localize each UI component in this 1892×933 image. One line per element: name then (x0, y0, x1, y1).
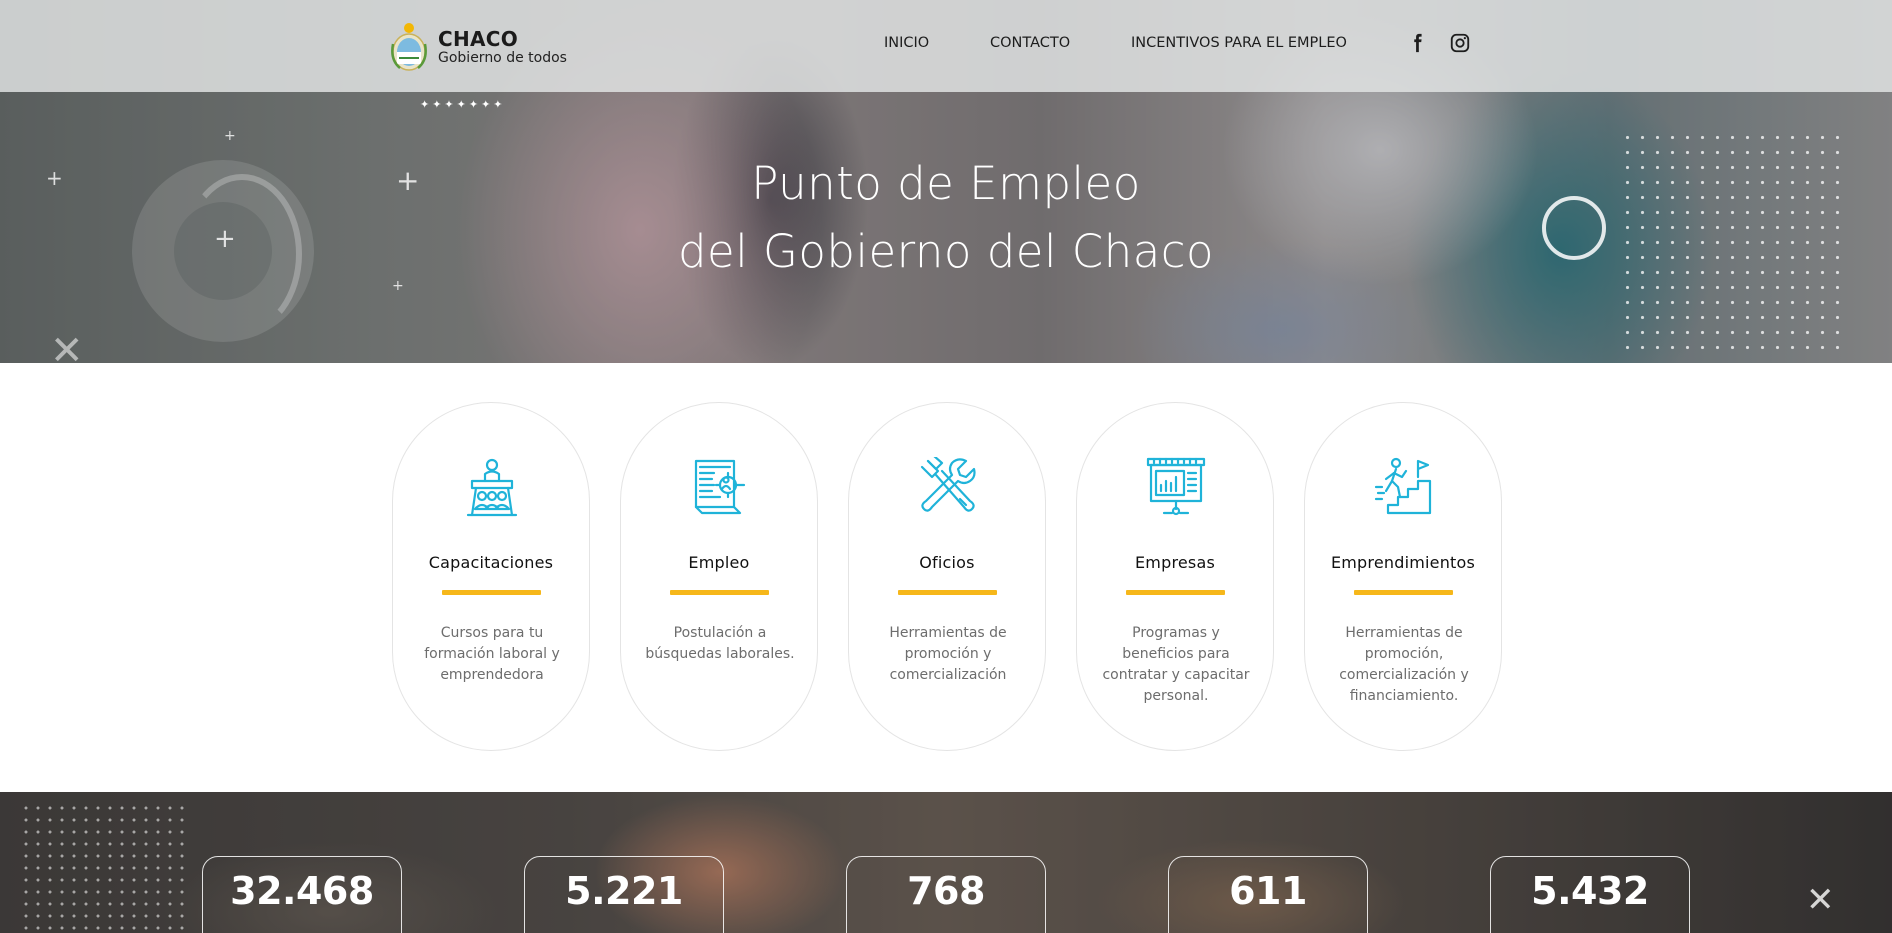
card-oficios[interactable]: Oficios Herramientas de promoción y come… (848, 402, 1046, 751)
accent-bar (670, 590, 769, 595)
x-decoration: ✕ (50, 328, 84, 363)
card-description: Herramientas de promoción y comercializa… (889, 625, 1007, 683)
stat-number: 611 (1229, 869, 1307, 913)
training-icon (466, 458, 518, 517)
climbing-stairs-icon (1374, 457, 1432, 515)
chaco-logo[interactable]: CHACO Gobierno de todos (390, 20, 570, 72)
hero-title-line-2: del Gobierno del Chaco (677, 225, 1215, 278)
stat-box: 5.432 (1490, 856, 1690, 933)
card-title: Emprendimientos (1330, 553, 1476, 572)
card-capacitaciones[interactable]: Capacitaciones Cursos para tu formación … (392, 402, 590, 751)
card-description: Cursos para tu formación laboral y empre… (424, 625, 560, 683)
stat-number: 5.221 (565, 869, 683, 913)
stat-box: 5.221 (524, 856, 724, 933)
accent-bar (898, 590, 997, 595)
services-cards: Capacitaciones Cursos para tu formación … (392, 402, 1502, 752)
card-description: Postulación a búsquedas laborales. (645, 625, 795, 662)
card-title: Oficios (919, 553, 975, 572)
province-shield-icon (391, 23, 427, 71)
card-title: Empresas (1135, 553, 1215, 572)
job-application-icon (694, 459, 746, 515)
stat-box: 32.468 (202, 856, 402, 933)
logo-title: CHACO (438, 27, 519, 51)
accent-bar (1354, 590, 1453, 595)
nav-incentivos-para-el-empleo[interactable]: INCENTIVOS PARA EL EMPLEO (1131, 35, 1347, 51)
tools-icon (920, 457, 976, 512)
card-emprendimientos[interactable]: Emprendimientos Herramientas de promoció… (1304, 402, 1502, 751)
card-title: Empleo (688, 553, 750, 572)
card-empresas[interactable]: Empresas Programas y beneficios para con… (1076, 402, 1274, 751)
card-title: Capacitaciones (428, 553, 554, 572)
dot-pattern-decoration (20, 802, 190, 932)
nav-contacto[interactable]: CONTACTO (990, 35, 1070, 51)
card-description: Programas y beneficios para contratar y … (1102, 625, 1250, 704)
stat-box: 611 (1168, 856, 1368, 933)
stat-number: 5.432 (1531, 869, 1649, 913)
accent-bar (1126, 590, 1225, 595)
stars-decoration: ✦✦✦✦✦✦✦ (420, 98, 506, 111)
hero-title: Punto de Empleo del Gobierno del Chaco (0, 150, 1892, 286)
stats-section: ✕ 32.468 5.221 768 611 5.432 (0, 792, 1892, 933)
nav-inicio[interactable]: INICIO (884, 35, 929, 51)
card-description: Herramientas de promoción, comercializac… (1339, 625, 1469, 704)
facebook-icon[interactable] (1406, 32, 1428, 54)
stat-box: 768 (846, 856, 1046, 933)
logo-subtitle: Gobierno de todos (438, 50, 567, 66)
accent-bar (442, 590, 541, 595)
stat-number: 32.468 (230, 869, 374, 913)
hero-title-line-1: Punto de Empleo (751, 157, 1141, 210)
plus-decoration: + (224, 128, 236, 144)
top-navbar: CHACO Gobierno de todos INICIO CONTACTO … (0, 0, 1892, 92)
x-decoration: ✕ (1806, 880, 1835, 920)
card-empleo[interactable]: Empleo Postulación a búsquedas laborales… (620, 402, 818, 751)
presentation-board-icon (1146, 457, 1206, 516)
instagram-icon[interactable] (1449, 32, 1471, 54)
stat-number: 768 (907, 869, 985, 913)
